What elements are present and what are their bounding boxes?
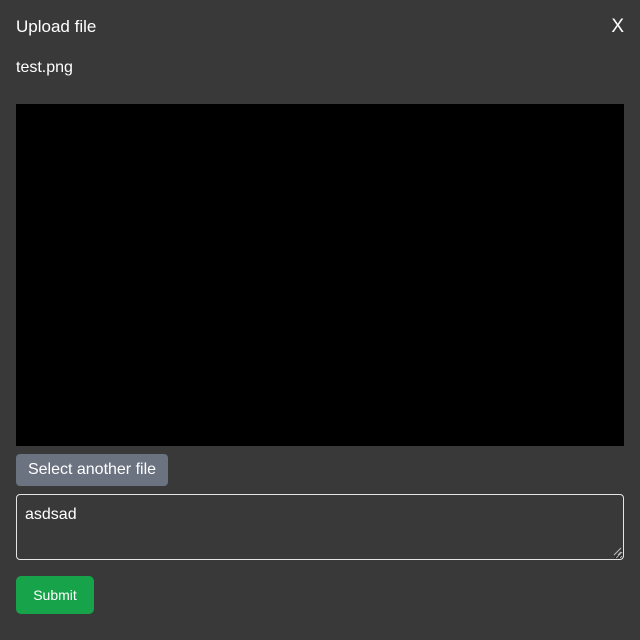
comment-textarea[interactable]: asdsad: [16, 494, 624, 560]
file-name: test.png: [16, 59, 73, 76]
upload-file-dialog: Upload file X test.png Select another fi…: [0, 0, 640, 640]
resize-grip-icon[interactable]: [612, 546, 622, 556]
close-button[interactable]: X: [611, 16, 624, 38]
dialog-title: Upload file: [16, 17, 97, 36]
select-another-file-button[interactable]: Select another file: [16, 454, 168, 486]
dialog-header: Upload file X: [16, 16, 624, 38]
submit-button[interactable]: Submit: [16, 576, 94, 614]
image-preview: [16, 104, 624, 446]
